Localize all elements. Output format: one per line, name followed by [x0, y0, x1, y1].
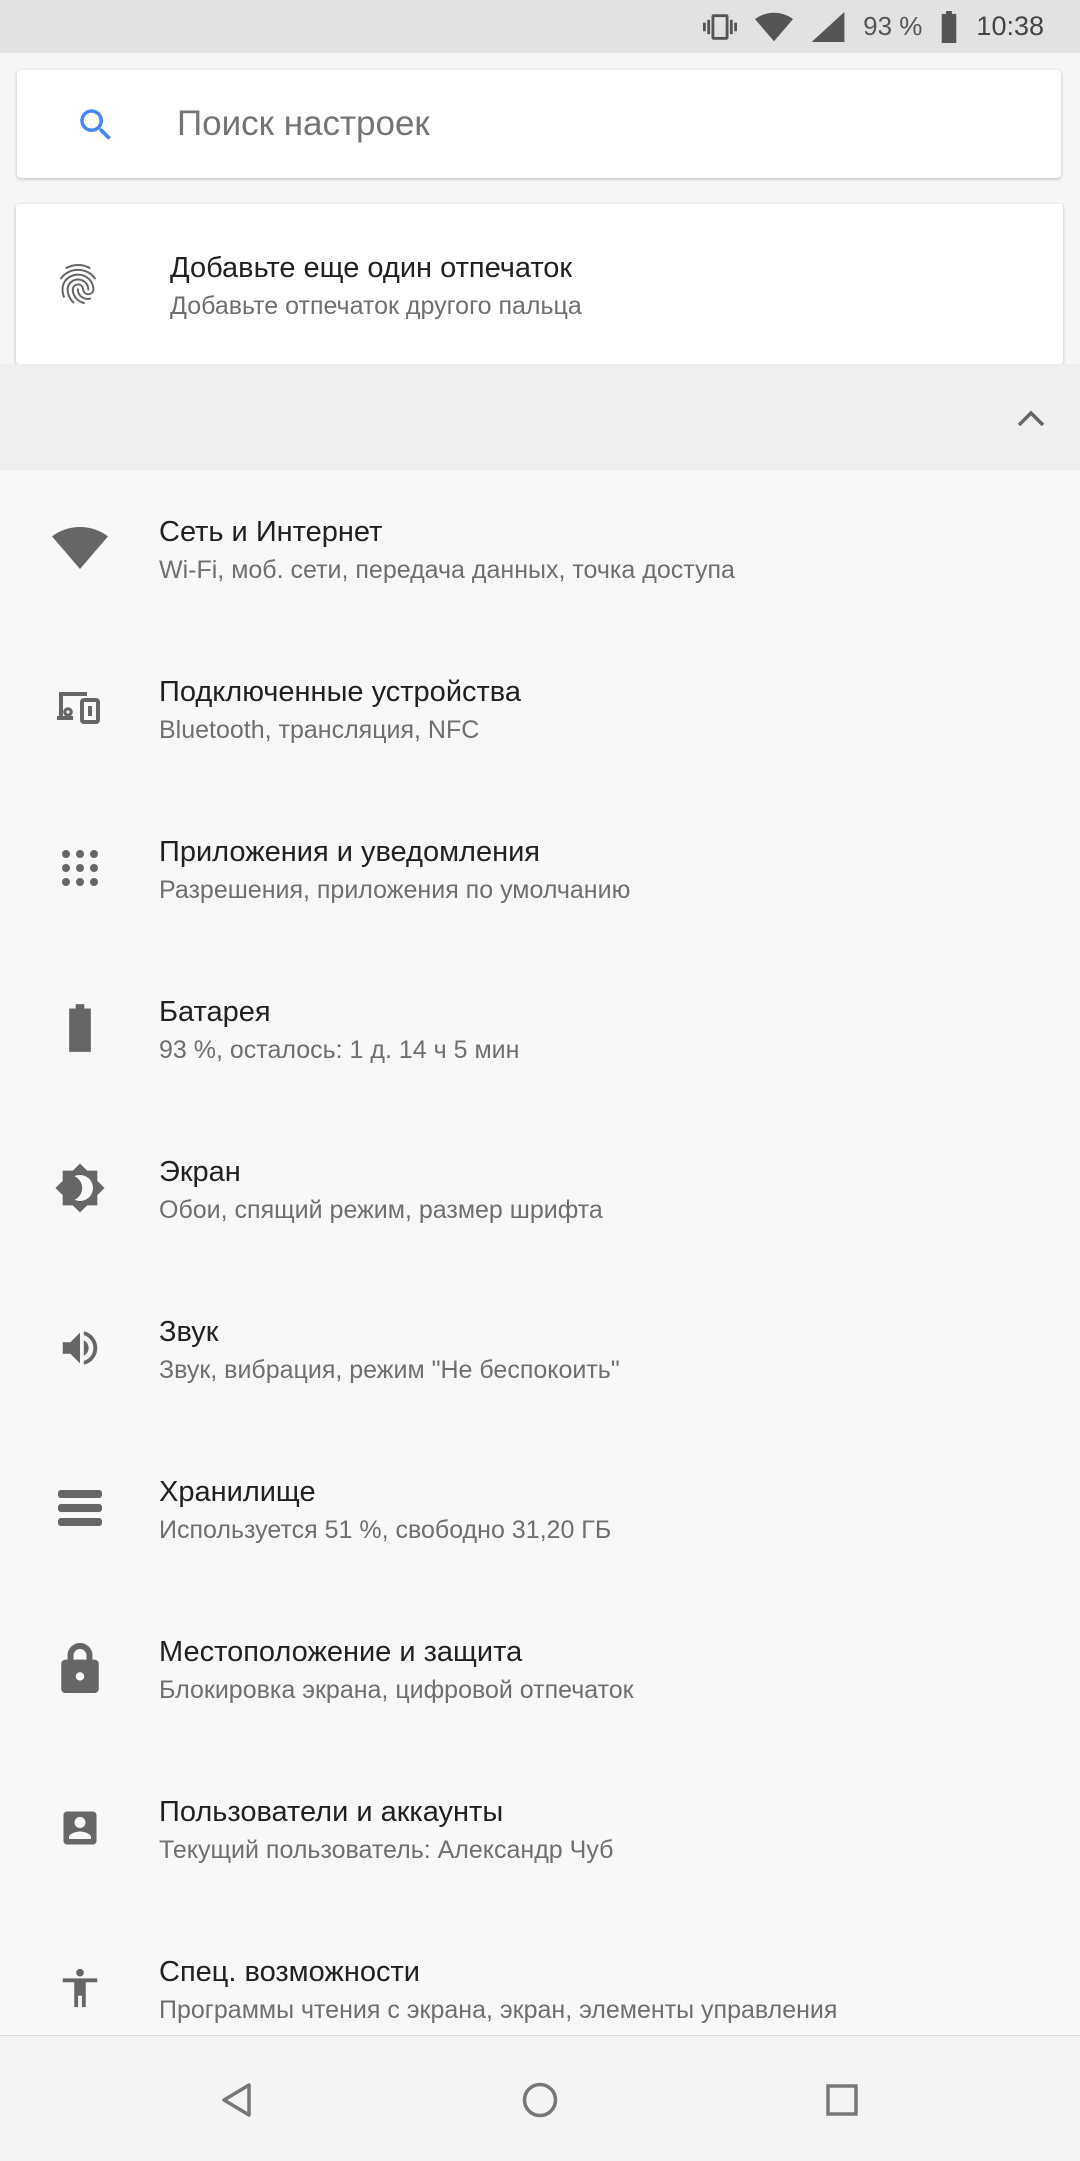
fingerprint-icon: [54, 260, 102, 313]
settings-item-subtitle: Звук, вибрация, режим "Не беспокоить": [159, 1356, 620, 1384]
devices-icon: [50, 678, 110, 738]
settings-item-title: Звук: [159, 1316, 219, 1348]
settings-item-title: Экран: [159, 1156, 241, 1188]
settings-item-title: Подключенные устройства: [159, 676, 522, 708]
vibrate-icon: [703, 10, 738, 44]
battery-percent: 93 %: [863, 11, 923, 41]
settings-item-battery[interactable]: Батарея 93 %, осталось: 1 д. 14 ч 5 мин: [0, 950, 1080, 1110]
search-bar[interactable]: Поиск настроек: [17, 70, 1061, 178]
settings-item-subtitle: Bluetooth, трансляция, NFC: [159, 716, 480, 744]
suggestion-card[interactable]: Добавьте еще один отпечаток Добавьте отп…: [16, 204, 1063, 364]
account-icon: [50, 1798, 110, 1858]
settings-item-title: Спец. возможности: [159, 1956, 420, 1988]
suggestions-collapse-bar[interactable]: [0, 364, 1080, 470]
signal-icon: [811, 11, 845, 42]
settings-item-title: Местоположение и защита: [159, 1636, 523, 1668]
settings-item-subtitle: Обои, спящий режим, размер шрифта: [159, 1196, 603, 1224]
settings-item-subtitle: 93 %, осталось: 1 д. 14 ч 5 мин: [159, 1036, 520, 1064]
clock: 10:38: [976, 11, 1044, 41]
settings-list: Сеть и Интернет Wi-Fi, моб. сети, переда…: [0, 470, 1080, 2035]
suggestion-title: Добавьте еще один отпечаток: [170, 252, 573, 284]
settings-item-display[interactable]: Экран Обои, спящий режим, размер шрифта: [0, 1110, 1080, 1270]
recents-icon[interactable]: [814, 2072, 870, 2128]
accessibility-icon: [50, 1958, 110, 2018]
settings-item-users[interactable]: Пользователи и аккаунты Текущий пользова…: [0, 1750, 1080, 1910]
status-icons: 93 % 10:38: [703, 0, 1044, 53]
settings-item-subtitle: Блокировка экрана, цифровой отпечаток: [159, 1676, 634, 1704]
settings-item-connected-devices[interactable]: Подключенные устройства Bluetooth, транс…: [0, 630, 1080, 790]
settings-item-apps[interactable]: Приложения и уведомления Разрешения, при…: [0, 790, 1080, 950]
settings-item-title: Приложения и уведомления: [159, 836, 541, 868]
navigation-bar: [0, 2035, 1080, 2161]
search-placeholder: Поиск настроек: [177, 104, 430, 143]
settings-item-accessibility[interactable]: Спец. возможности Программы чтения с экр…: [0, 1910, 1080, 2035]
storage-icon: [50, 1478, 110, 1538]
back-icon[interactable]: [208, 2072, 264, 2128]
volume-icon: [50, 1318, 110, 1378]
settings-item-network[interactable]: Сеть и Интернет Wi-Fi, моб. сети, переда…: [0, 470, 1080, 630]
settings-item-subtitle: Текущий пользователь: Александр Чуб: [159, 1836, 614, 1864]
settings-item-subtitle: Программы чтения с экрана, экран, элемен…: [159, 1996, 838, 2024]
settings-item-storage[interactable]: Хранилище Используется 51 %, свободно 31…: [0, 1430, 1080, 1590]
settings-item-title: Батарея: [159, 996, 271, 1028]
settings-item-title: Сеть и Интернет: [159, 516, 383, 548]
settings-item-subtitle: Используется 51 %, свободно 31,20 ГБ: [159, 1516, 612, 1544]
wifi-icon: [50, 518, 110, 578]
battery-icon: [50, 998, 110, 1058]
settings-item-sound[interactable]: Звук Звук, вибрация, режим "Не беспокоит…: [0, 1270, 1080, 1430]
lock-icon: [50, 1638, 110, 1698]
settings-item-title: Пользователи и аккаунты: [159, 1796, 504, 1828]
brightness-icon: [50, 1158, 110, 1218]
settings-item-subtitle: Wi-Fi, моб. сети, передача данных, точка…: [159, 556, 735, 584]
wifi-icon: [755, 12, 794, 42]
chevron-up-icon[interactable]: [1016, 408, 1046, 433]
search-icon: [75, 104, 117, 151]
settings-item-subtitle: Разрешения, приложения по умолчанию: [159, 876, 631, 904]
apps-icon: [50, 838, 110, 898]
suggestion-subtitle: Добавьте отпечаток другого пальца: [170, 292, 582, 320]
home-icon[interactable]: [512, 2072, 568, 2128]
settings-item-security[interactable]: Местоположение и защита Блокировка экран…: [0, 1590, 1080, 1750]
settings-item-title: Хранилище: [159, 1476, 316, 1508]
status-bar: 93 % 10:38: [0, 0, 1080, 53]
battery-icon: [940, 10, 958, 43]
